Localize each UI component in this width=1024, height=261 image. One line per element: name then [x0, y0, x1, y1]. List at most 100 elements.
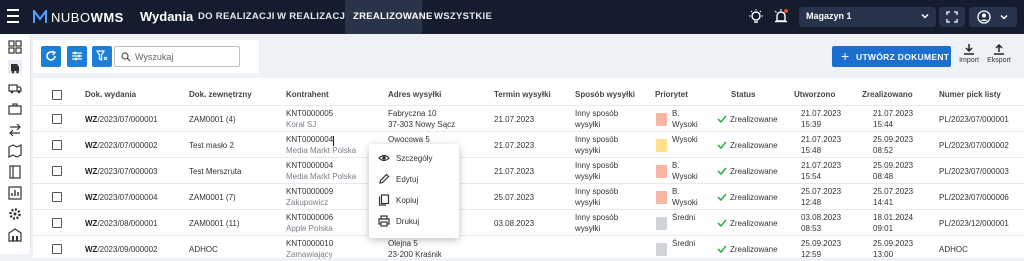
transfer-icon[interactable] — [8, 123, 22, 137]
page-title: Wydania — [140, 9, 194, 24]
document-number-rest: /2023/07/000002 — [97, 141, 158, 150]
status-label: Zrealizowane — [730, 219, 778, 228]
row-checkbox[interactable] — [52, 244, 62, 254]
row-checkbox[interactable] — [52, 166, 62, 176]
ship-date: 03.08.2023 — [494, 219, 535, 228]
table-row[interactable]: WZ/2023/09/000002 ADHOC KNT0000010 Zamawiaj… — [33, 235, 1024, 261]
user-menu-button[interactable] — [969, 7, 1017, 27]
menu-item-label: Kopiuj — [396, 196, 419, 205]
row-checkbox[interactable] — [52, 140, 62, 150]
address-line: 23-200 Kraśnik — [388, 250, 442, 259]
menu-item-copy[interactable]: Kopiuj — [369, 190, 459, 210]
select-all-checkbox[interactable] — [52, 90, 62, 100]
completed-time: 08:52 — [873, 146, 894, 155]
column-header[interactable]: Numer pick listy — [939, 90, 1001, 99]
import-button[interactable]: Import — [954, 43, 984, 69]
document-number[interactable]: WZ/2023/07/000004 — [85, 192, 158, 203]
warehouse-select[interactable]: Magazyn 1 — [799, 7, 936, 27]
menu-item-edit[interactable]: Edytuj — [369, 169, 459, 189]
document-type: WZ — [85, 219, 98, 228]
row-checkbox[interactable] — [52, 114, 62, 124]
created-time: 15:54 — [801, 172, 822, 181]
column-header[interactable]: Priorytet — [655, 90, 688, 99]
priority-icon — [656, 165, 667, 178]
dashboard-icon[interactable] — [8, 40, 22, 54]
column-header[interactable]: Status — [731, 90, 755, 99]
column-header[interactable]: Utworzono — [794, 90, 835, 99]
sliders-icon — [72, 51, 82, 61]
check-icon — [717, 141, 727, 150]
priority-label: B. — [672, 109, 680, 118]
book-icon[interactable] — [8, 165, 22, 179]
search-field[interactable] — [114, 46, 240, 67]
create-document-button[interactable]: + UTWÓRZ DOKUMENT — [832, 46, 951, 67]
table-row[interactable]: WZ/2023/07/000002 Test masło 2 KNT0000004 M… — [33, 131, 1024, 157]
document-number-rest: /2023/07/000004 — [97, 193, 158, 202]
table-row[interactable]: WZ/2023/07/000001 ZAM0001 (4) KNT0000005 Ko… — [33, 105, 1024, 131]
menu-item-label: Drukuj — [396, 217, 420, 226]
column-header[interactable]: Dok. zewnętrzny — [189, 90, 252, 99]
chevron-down-icon — [921, 13, 929, 19]
column-header[interactable]: Adres wysyłki — [388, 90, 441, 99]
priority-label: Wysoki — [672, 120, 698, 129]
export-button[interactable]: Eksport — [984, 43, 1014, 69]
table-row[interactable]: WZ/2023/07/000004 ZAM0001 (7) KNT0000009 Za… — [33, 183, 1024, 209]
hamburger-menu-icon[interactable] — [7, 9, 23, 25]
priority-icon — [656, 113, 667, 126]
tab-zrealizowane[interactable]: ZREALIZOWANE — [345, 0, 432, 34]
copy-icon — [378, 194, 390, 206]
refresh-button[interactable] — [41, 46, 61, 67]
pick-list-number: PL/2023/07/000001 — [939, 115, 1009, 124]
column-header[interactable]: Termin wysyłki — [494, 90, 551, 99]
truck-icon[interactable] — [8, 81, 22, 95]
document-number[interactable]: WZ/2023/07/000001 — [85, 114, 158, 125]
column-header[interactable]: Sposób wysyłki — [575, 90, 635, 99]
fullscreen-button[interactable] — [939, 7, 965, 27]
lightbulb-icon[interactable] — [747, 8, 765, 26]
completed-date: 25.09.2023 — [873, 135, 914, 144]
created-date: 25.07.2023 — [801, 187, 842, 196]
row-checkbox[interactable] — [52, 192, 62, 202]
tab-w-realizacji[interactable]: W REALIZACJI — [269, 0, 356, 34]
create-document-label: UTWÓRZ DOKUMENT — [856, 52, 950, 62]
search-input[interactable] — [135, 50, 235, 63]
created-time: 12:59 — [801, 250, 822, 259]
table-row[interactable]: WZ/2023/07/000003 Test Merszruta KNT000000… — [33, 157, 1024, 183]
row-checkbox[interactable] — [52, 218, 62, 228]
column-header[interactable]: Kontrahent — [286, 90, 329, 99]
ship-method: wysyłki — [575, 120, 601, 129]
warehouse-icon[interactable] — [8, 228, 22, 242]
column-header[interactable]: Dok. wydania — [85, 90, 136, 99]
menu-item-details[interactable]: Szczegóły — [369, 148, 459, 168]
search-icon — [121, 52, 131, 62]
document-number[interactable]: WZ/2023/07/000003 — [85, 166, 158, 177]
table-row[interactable]: WZ/2023/08/000001 ZAM0001 (11) KNT0000006 A… — [33, 209, 1024, 235]
ship-method: wysyłki — [575, 172, 601, 181]
import-label: Import — [959, 57, 979, 64]
map-icon[interactable] — [8, 144, 22, 158]
document-number[interactable]: WZ/2023/08/000001 — [85, 218, 158, 229]
clear-filter-button[interactable] — [92, 46, 112, 67]
contractor-code: KNT0000006 — [286, 213, 334, 222]
ship-method: wysyłki — [575, 198, 601, 207]
filter-settings-button[interactable] — [67, 46, 87, 67]
priority-icon — [656, 139, 667, 152]
document-number[interactable]: WZ/2023/07/000002 — [85, 140, 158, 151]
document-number[interactable]: WZ/2023/09/000002 — [85, 244, 158, 255]
tab-wszystkie[interactable]: WSZYSTKIE — [426, 0, 500, 34]
document-type: WZ — [85, 115, 98, 124]
chart-icon[interactable] — [8, 186, 22, 200]
settings-gear-icon[interactable] — [8, 207, 22, 221]
priority-label: Średni — [672, 213, 696, 222]
status-label: Zrealizowane — [730, 245, 778, 254]
column-header[interactable]: Zrealizowano — [862, 90, 913, 99]
menu-item-print[interactable]: Drukuj — [369, 211, 459, 231]
external-document: ZAM0001 (4) — [189, 115, 236, 124]
shipping-box-icon[interactable] — [8, 60, 22, 74]
plus-icon: + — [841, 48, 850, 64]
address-line: Olejna 5 — [388, 239, 418, 248]
export-label: Eksport — [987, 57, 1011, 64]
contractor-name: Media Markt Polska — [286, 172, 357, 181]
alarm-bell-icon[interactable] — [772, 8, 790, 26]
briefcase-icon[interactable] — [8, 102, 22, 116]
